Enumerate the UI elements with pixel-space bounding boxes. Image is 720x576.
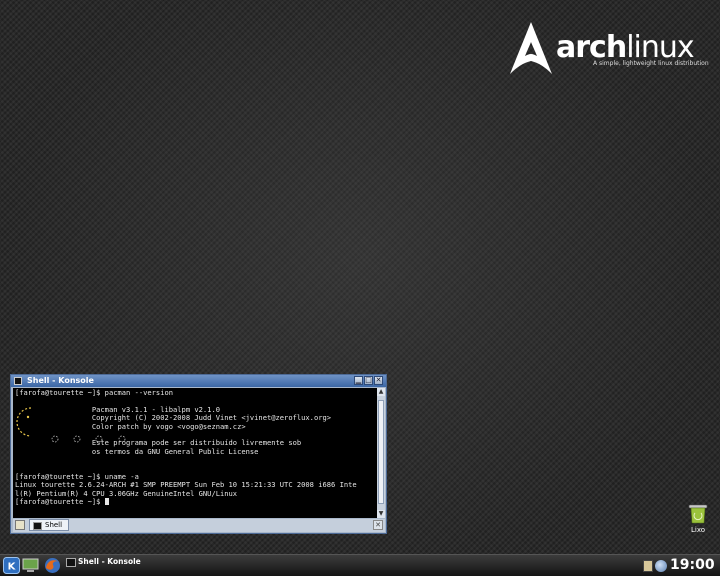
scroll-down-arrow-icon[interactable]: ▼ [377,510,385,518]
taskbar-item-konsole[interactable]: Shell - Konsole [66,557,176,567]
konsole-task-icon [66,558,76,567]
close-button[interactable]: ✕ [374,376,383,385]
logo-tagline: A simple, lightweight linux distribution [593,60,709,67]
clipboard-icon[interactable] [643,560,653,572]
svg-text:K: K [8,562,17,573]
archlinux-logo: archlinux A simple, lightweight linux di… [506,20,709,80]
pacman-dots-icon [51,435,126,443]
scrollbar-thumb[interactable] [378,400,384,504]
close-tab-icon[interactable]: ✕ [373,520,383,530]
window-titlebar[interactable]: Shell - Konsole ▁ □ ✕ [11,375,386,387]
trash-can-icon [687,502,709,524]
new-tab-icon[interactable] [15,520,25,530]
trash-desktop-item[interactable]: Lixo [680,502,716,534]
terminal-scrollbar[interactable]: ▲ ▼ [377,388,385,518]
minimize-button[interactable]: ▁ [354,376,363,385]
konsole-window[interactable]: Shell - Konsole ▁ □ ✕ [farofa@tourette ~… [10,374,387,534]
clock[interactable]: 19:00 [670,557,715,573]
tab-shell[interactable]: Shell [29,519,69,531]
kde-menu-icon[interactable]: K [3,557,20,574]
taskbar: K Shell - Konsole 19:00 [0,554,720,576]
terminal-line: [farofa@tourette ~]$ pacman --version [15,388,174,397]
trash-label: Lixo [690,526,706,534]
terminal-line: [farofa@tourette ~]$ [15,497,105,507]
terminal-line: os termos da GNU General Public License [15,446,259,456]
network-icon[interactable] [655,560,667,572]
maximize-button[interactable]: □ [364,376,373,385]
desktop-icon[interactable] [22,557,39,574]
terminal-output: [farofa@tourette ~]$ pacman --version Pa… [13,388,377,508]
konsole-tabbar: Shell ✕ [13,519,385,532]
tab-shell-label: Shell [45,521,63,529]
terminal-tab-icon [33,522,42,530]
terminal-line: Color patch by vogo <vogo@seznam.cz> [15,421,246,431]
scroll-up-arrow-icon[interactable]: ▲ [377,388,385,396]
konsole-app-icon[interactable] [14,377,22,385]
window-title: Shell - Konsole [27,376,94,385]
terminal-cursor [104,498,109,506]
terminal-area[interactable]: [farofa@tourette ~]$ pacman --version Pa… [13,388,377,518]
arch-logo-icon [510,22,552,74]
pacman-ascii-art-icon [16,407,32,437]
firefox-icon[interactable] [44,557,61,574]
taskbar-item-label: Shell - Konsole [78,557,141,566]
